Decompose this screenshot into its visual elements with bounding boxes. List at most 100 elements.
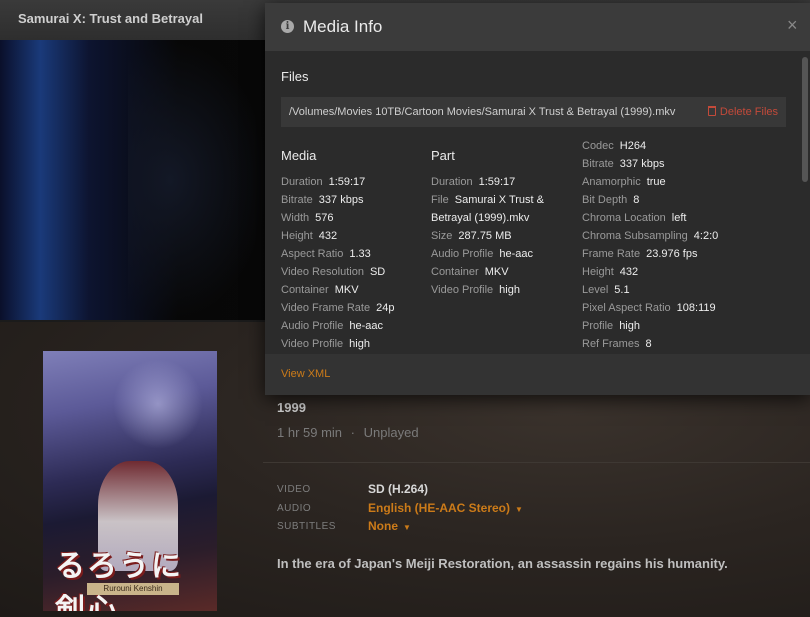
info-key: Profile xyxy=(582,320,614,332)
info-row: Codec H264 xyxy=(582,140,646,152)
modal-header: i Media Info × xyxy=(265,3,810,51)
delete-files-label: Delete Files xyxy=(719,106,778,118)
info-key: Height xyxy=(582,266,614,278)
subtitles-label: SUBTITLES xyxy=(277,521,336,532)
info-row: Anamorphic true xyxy=(582,176,666,188)
page-title: Samurai X: Trust and Betrayal xyxy=(18,11,203,26)
info-key: Bit Depth xyxy=(582,194,628,206)
chevron-down-icon: ▼ xyxy=(403,523,411,532)
poster-image[interactable]: るろうに剣心 Rurouni Kenshin xyxy=(43,351,217,611)
info-row: Bitrate 337 kbps xyxy=(582,158,664,170)
info-row: Video Frame Rate 24p xyxy=(281,302,394,314)
info-key: Pixel Aspect Ratio xyxy=(582,302,671,314)
release-year: 1999 xyxy=(277,400,306,415)
scrollbar[interactable] xyxy=(802,51,808,354)
part-heading: Part xyxy=(431,148,455,163)
info-value: H264 xyxy=(619,140,647,152)
info-value: SD xyxy=(369,266,386,278)
trash-icon xyxy=(707,106,716,116)
files-heading: Files xyxy=(281,69,309,84)
summary-text: In the era of Japan's Meiji Restoration,… xyxy=(277,556,728,571)
info-row: Container MKV xyxy=(281,284,359,296)
modal-body[interactable]: Files /Volumes/Movies 10TB/Cartoon Movie… xyxy=(265,51,810,354)
info-row: Bit Depth 8 xyxy=(582,194,639,206)
info-key: Video Profile xyxy=(431,284,494,296)
info-row: Betrayal (1999).mkv xyxy=(431,212,529,224)
info-key: Level xyxy=(582,284,609,296)
info-value: true xyxy=(646,176,666,188)
info-row: Level 5.1 xyxy=(582,284,630,296)
info-key: Height xyxy=(281,230,313,242)
info-value: MKV xyxy=(334,284,359,296)
info-row: Size 287.75 MB xyxy=(431,230,512,242)
info-value: high xyxy=(499,284,520,296)
info-row: Height 432 xyxy=(582,266,638,278)
poster-logo: るろうに剣心 xyxy=(55,549,183,611)
info-row: Profile high xyxy=(582,320,640,332)
info-row: Video Profile high xyxy=(281,338,370,350)
poster-moon xyxy=(113,359,203,449)
info-value: 108:119 xyxy=(676,302,716,314)
info-key: File xyxy=(431,194,449,206)
info-row: Height 432 xyxy=(281,230,337,242)
duration-text: 1 hr 59 min xyxy=(277,425,343,440)
info-row: Video Resolution SD xyxy=(281,266,385,278)
separator-dot: · xyxy=(350,425,356,440)
info-value: high xyxy=(619,320,640,332)
info-value: 23.976 fps xyxy=(646,248,698,260)
info-key: Video Frame Rate xyxy=(281,302,371,314)
info-key: Container xyxy=(281,284,329,296)
info-value: 1:59:17 xyxy=(328,176,366,188)
info-key: Audio Profile xyxy=(281,320,344,332)
info-row: File Samurai X Trust & xyxy=(431,194,544,206)
subtitles-dropdown[interactable]: None ▼ xyxy=(368,519,411,533)
close-icon[interactable]: × xyxy=(787,15,798,36)
info-value: Samurai X Trust & xyxy=(454,194,544,206)
info-value: 4:2:0 xyxy=(693,230,719,242)
audio-value: English (HE-AAC Stereo) xyxy=(368,501,511,515)
info-row: Audio Profile he-aac xyxy=(431,248,533,260)
duration-status: 1 hr 59 min · Unplayed xyxy=(277,425,419,440)
audio-dropdown[interactable]: English (HE-AAC Stereo) ▼ xyxy=(368,501,523,515)
file-row: /Volumes/Movies 10TB/Cartoon Movies/Samu… xyxy=(281,97,786,127)
subtitles-value: None xyxy=(368,519,398,533)
info-key: Audio Profile xyxy=(431,248,494,260)
info-key: Ref Frames xyxy=(582,338,640,350)
info-key: Container xyxy=(431,266,479,278)
info-row: Frame Rate 23.976 fps xyxy=(582,248,697,260)
media-heading: Media xyxy=(281,148,317,163)
audio-label: AUDIO xyxy=(277,503,312,514)
info-value: 576 xyxy=(315,212,334,224)
video-value: SD (H.264) xyxy=(368,482,429,496)
info-value: MKV xyxy=(484,266,509,278)
info-value: 432 xyxy=(619,266,639,278)
chevron-down-icon: ▼ xyxy=(515,505,523,514)
info-key: Video Profile xyxy=(281,338,344,350)
play-status: Unplayed xyxy=(363,425,419,440)
info-key: Codec xyxy=(582,140,614,152)
info-value: 1:59:17 xyxy=(478,176,516,188)
info-key: Aspect Ratio xyxy=(281,248,344,260)
info-key: Bitrate xyxy=(582,158,614,170)
info-row: Width 576 xyxy=(281,212,333,224)
info-value: 337 kbps xyxy=(619,158,665,170)
info-value: 5.1 xyxy=(614,284,630,296)
info-value: 8 xyxy=(633,194,640,206)
poster-subtitle: Rurouni Kenshin xyxy=(87,583,179,595)
scrollbar-thumb[interactable] xyxy=(802,57,808,182)
info-value: 24p xyxy=(376,302,395,314)
delete-files-button[interactable]: Delete Files xyxy=(707,106,778,118)
info-key: Video Resolution xyxy=(281,266,364,278)
info-row: Aspect Ratio 1.33 xyxy=(281,248,371,260)
info-value: 432 xyxy=(318,230,338,242)
info-value: 1.33 xyxy=(349,248,371,260)
info-value: he-aac xyxy=(499,248,534,260)
info-row: Bitrate 337 kbps xyxy=(281,194,363,206)
info-key: Bitrate xyxy=(281,194,313,206)
view-xml-link[interactable]: View XML xyxy=(281,368,330,380)
info-key: Frame Rate xyxy=(582,248,641,260)
info-row: Audio Profile he-aac xyxy=(281,320,383,332)
info-key: Width xyxy=(281,212,310,224)
info-value: 337 kbps xyxy=(318,194,364,206)
divider xyxy=(263,462,810,463)
